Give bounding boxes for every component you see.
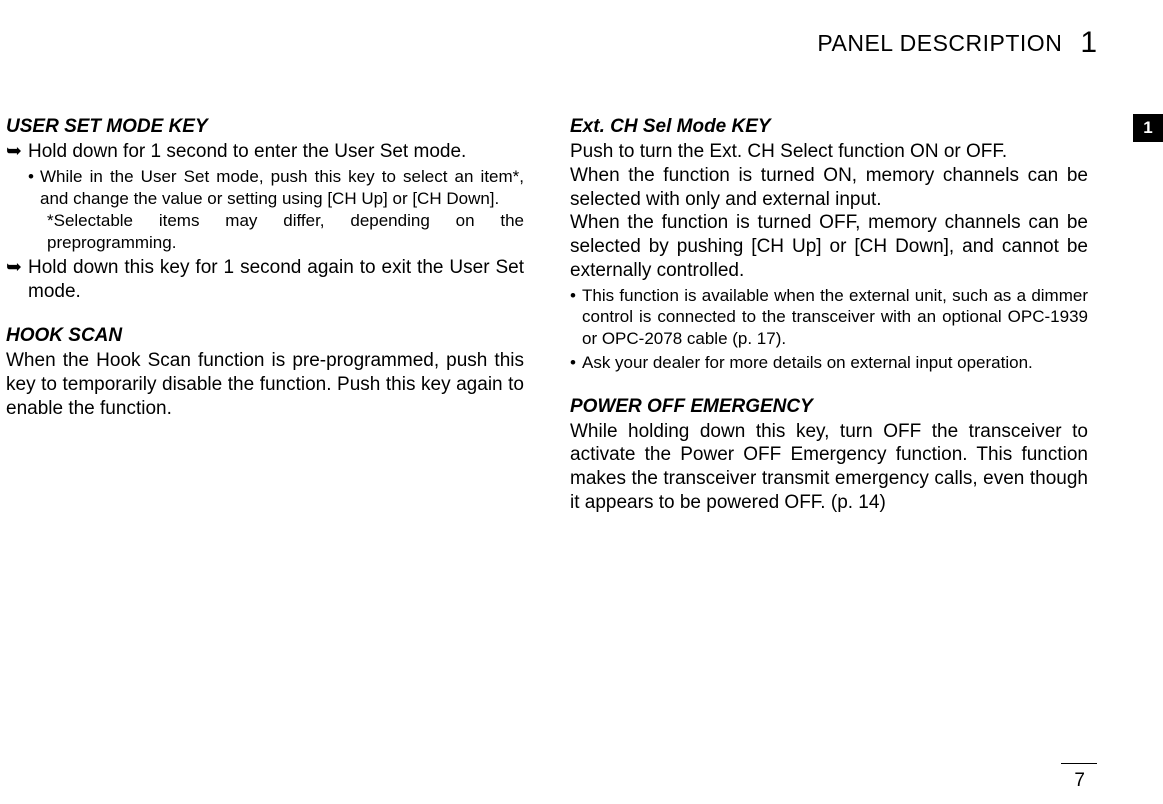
arrow-icon: ➥ xyxy=(6,140,28,164)
user-set-star-note: *Selectable items may differ, depending … xyxy=(6,210,524,254)
side-tab: 1 xyxy=(1133,114,1163,142)
bullet-icon: • xyxy=(570,352,582,374)
user-set-arrow-1-text: Hold down for 1 second to enter the User… xyxy=(28,140,524,164)
ext-ch-p3: When the function is turned OFF, memory … xyxy=(570,211,1088,282)
left-column: USER SET MODE KEY ➥ Hold down for 1 seco… xyxy=(6,116,524,515)
power-off-title: POWER OFF EMERGENCY xyxy=(570,396,1088,418)
footer-rule xyxy=(1061,763,1097,764)
ext-ch-bullet-1: • This function is available when the ex… xyxy=(570,285,1088,350)
header: PANEL DESCRIPTION 1 xyxy=(817,26,1097,60)
hook-scan-title: HOOK SCAN xyxy=(6,325,524,347)
user-set-arrow-2-text: Hold down this key for 1 second again to… xyxy=(28,256,524,304)
spacer xyxy=(6,303,524,325)
ext-ch-p2: When the function is turned ON, memory c… xyxy=(570,164,1088,212)
side-tab-number: 1 xyxy=(1143,118,1152,138)
bullet-icon: • xyxy=(28,166,40,210)
user-set-arrow-1: ➥ Hold down for 1 second to enter the Us… xyxy=(6,140,524,164)
arrow-icon: ➥ xyxy=(6,256,28,304)
right-column: Ext. CH Sel Mode KEY Push to turn the Ex… xyxy=(570,116,1088,515)
ext-ch-title: Ext. CH Sel Mode KEY xyxy=(570,116,1088,138)
user-set-bullet-1: • While in the User Set mode, push this … xyxy=(6,166,524,210)
power-off-body: While holding down this key, turn OFF th… xyxy=(570,420,1088,515)
header-title: PANEL DESCRIPTION xyxy=(817,30,1062,57)
user-set-arrow-2: ➥ Hold down this key for 1 second again … xyxy=(6,256,524,304)
bullet-icon: • xyxy=(570,285,582,350)
ext-ch-bullet-2: • Ask your dealer for more details on ex… xyxy=(570,352,1088,374)
page: PANEL DESCRIPTION 1 1 USER SET MODE KEY … xyxy=(0,0,1163,804)
content-columns: USER SET MODE KEY ➥ Hold down for 1 seco… xyxy=(6,116,1088,515)
ext-ch-p1: Push to turn the Ext. CH Select function… xyxy=(570,140,1088,164)
page-number: 7 xyxy=(1074,770,1085,792)
user-set-mode-title: USER SET MODE KEY xyxy=(6,116,524,138)
spacer xyxy=(570,374,1088,396)
hook-scan-body: When the Hook Scan function is pre-progr… xyxy=(6,349,524,420)
ext-ch-bullet-2-text: Ask your dealer for more details on exte… xyxy=(582,352,1088,374)
user-set-bullet-1-text: While in the User Set mode, push this ke… xyxy=(40,166,524,210)
ext-ch-bullet-1-text: This function is available when the exte… xyxy=(582,285,1088,350)
chapter-number: 1 xyxy=(1080,26,1097,60)
